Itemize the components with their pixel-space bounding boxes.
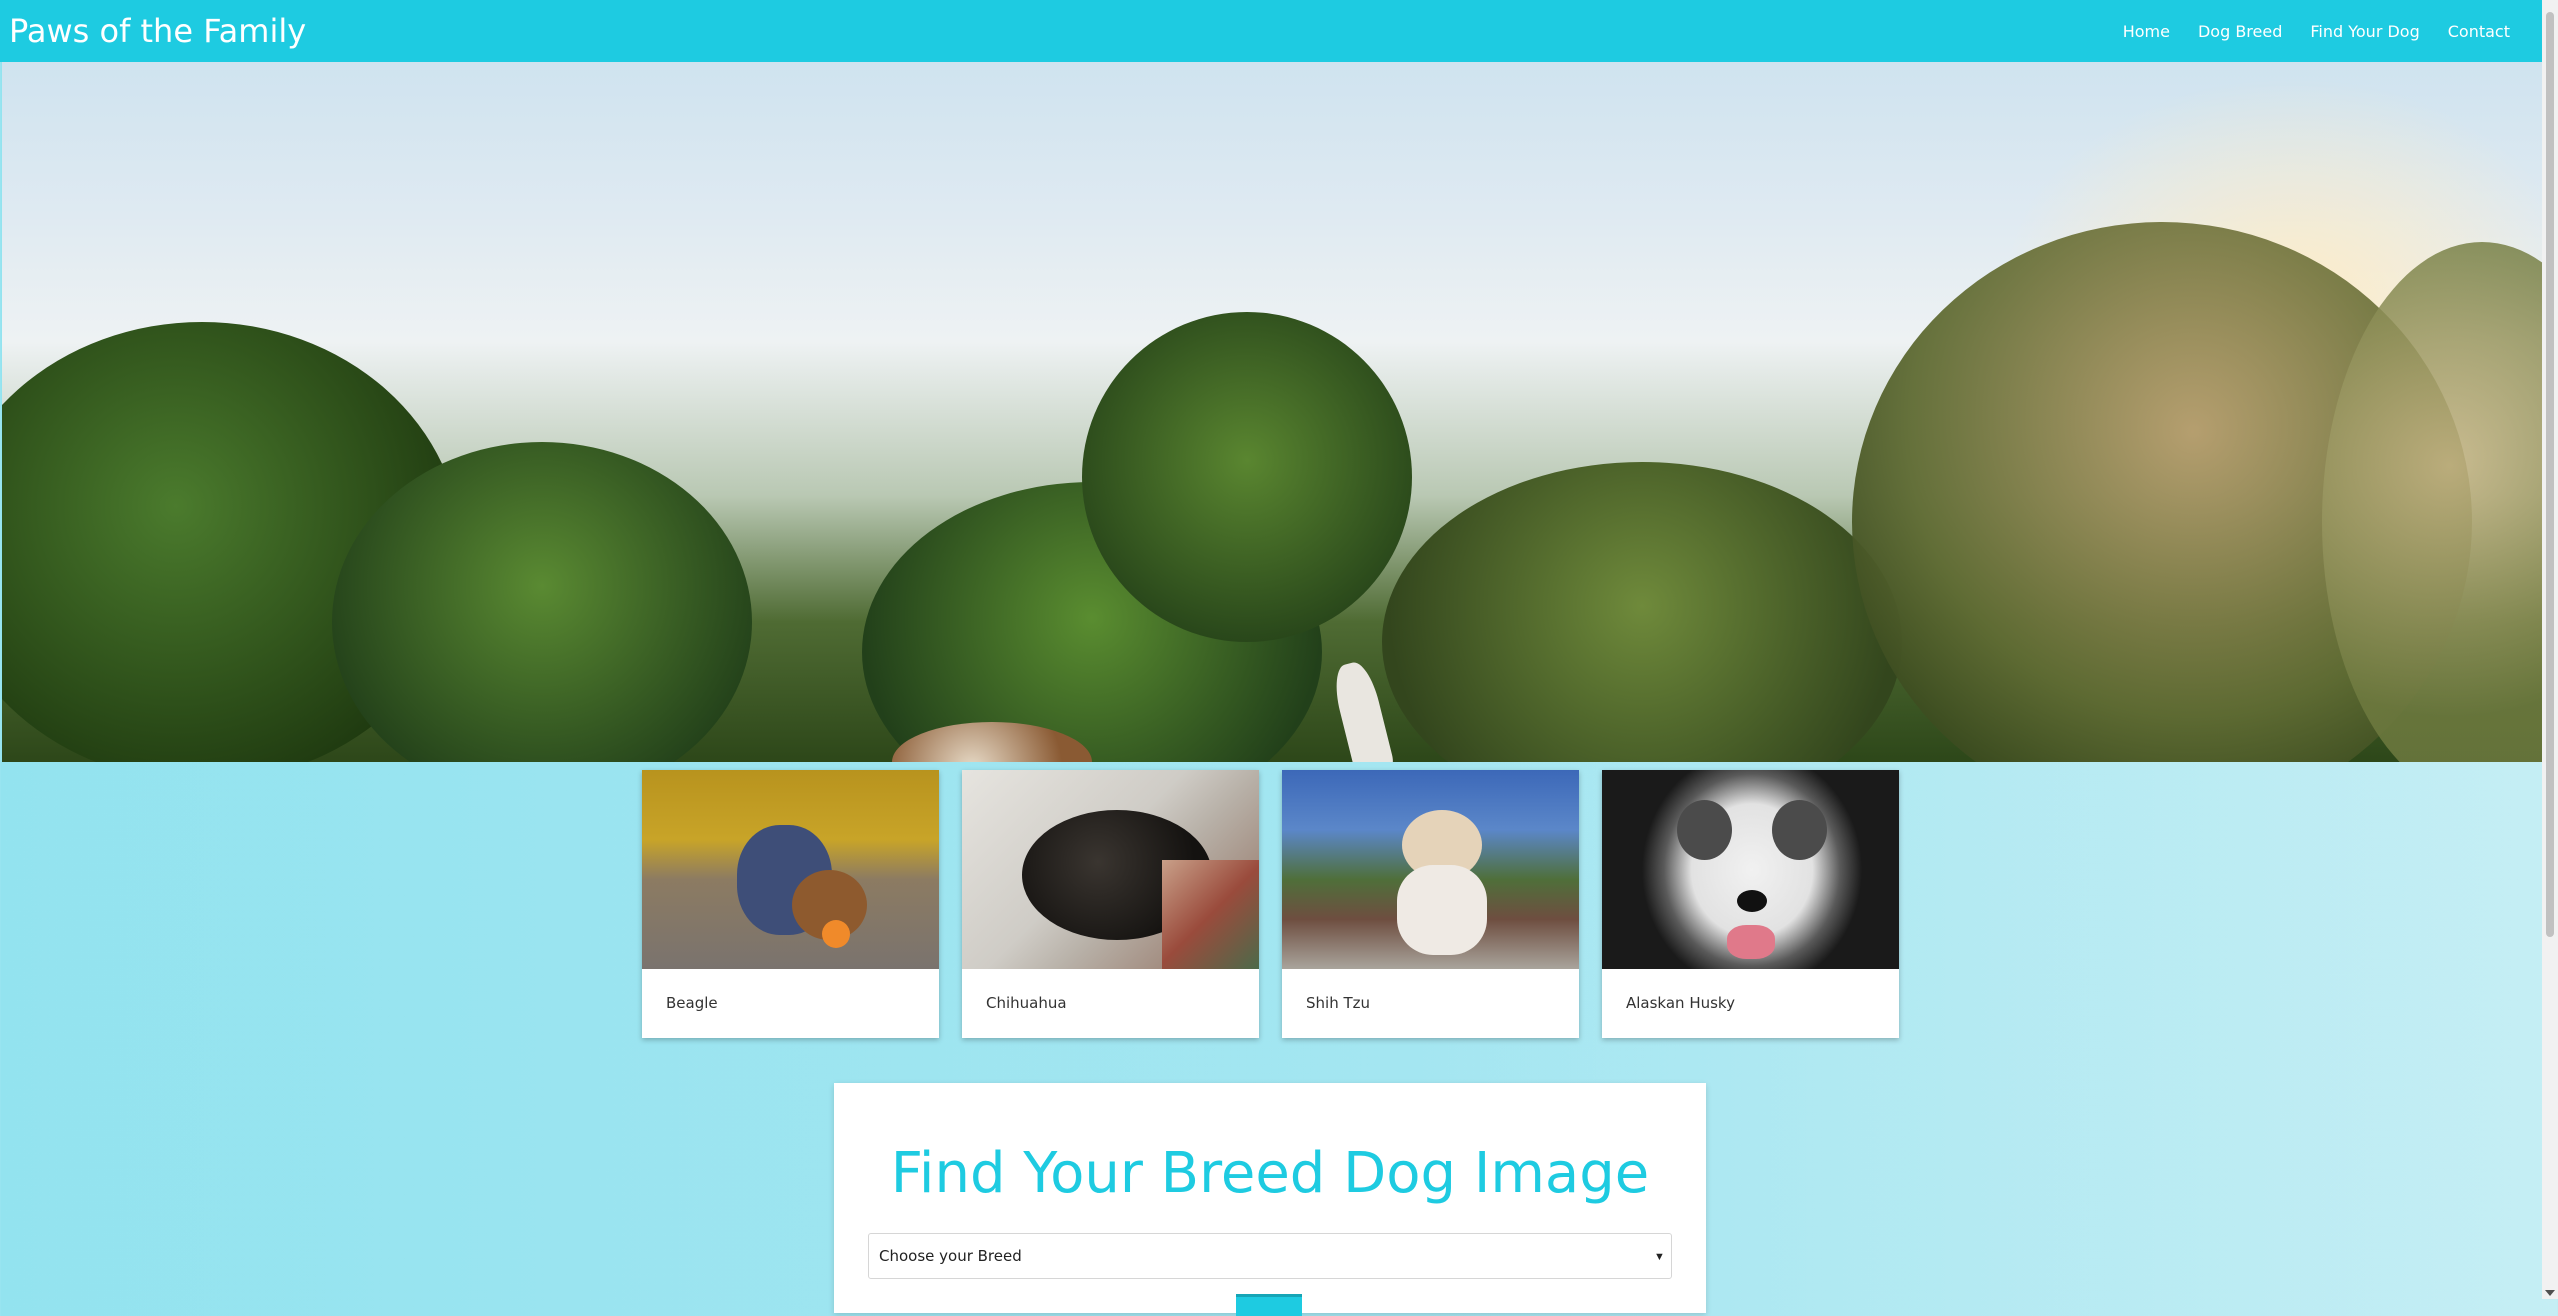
breed-card-alaskan-husky[interactable]: Alaskan Husky xyxy=(1602,770,1899,1038)
dog-ear-shape xyxy=(1329,658,1395,762)
finder-title: Find Your Breed Dog Image xyxy=(890,1141,1650,1206)
photo-shape xyxy=(1397,865,1487,955)
breed-cards: Beagle Chihuahua Shih Tzu Alaskan Husky xyxy=(642,770,1899,1038)
breed-card-label: Beagle xyxy=(666,994,718,1012)
breed-select[interactable]: Choose your Breed xyxy=(868,1233,1672,1279)
breed-card-label: Shih Tzu xyxy=(1306,994,1371,1012)
photo-shape xyxy=(1772,800,1827,860)
nav-link-find-your-dog[interactable]: Find Your Dog xyxy=(2296,22,2433,41)
chevron-down-icon: ▼ xyxy=(1654,1251,1665,1263)
scrollbar-thumb[interactable] xyxy=(2546,12,2554,937)
nav-link-contact[interactable]: Contact xyxy=(2434,22,2524,41)
tree-shape xyxy=(1382,462,1902,762)
hero-banner-image xyxy=(2,62,2542,762)
page-scrollbar[interactable] xyxy=(2542,0,2558,1299)
brand-logo-text[interactable]: Paws of the Family xyxy=(9,8,306,54)
breed-card-beagle[interactable]: Beagle xyxy=(642,770,939,1038)
alaskan-husky-photo xyxy=(1602,770,1899,969)
find-breed-panel: Find Your Breed Dog Image Choose your Br… xyxy=(834,1083,1706,1316)
nav-links: Home Dog Breed Find Your Dog Contact xyxy=(2109,0,2524,62)
scroll-down-arrow-icon[interactable] xyxy=(2545,1290,2555,1296)
photo-shape xyxy=(822,920,850,948)
top-navbar: Paws of the Family Home Dog Breed Find Y… xyxy=(0,0,2542,62)
breed-card-label: Alaskan Husky xyxy=(1626,994,1735,1012)
chihuahua-photo xyxy=(962,770,1259,969)
shih-tzu-photo xyxy=(1282,770,1579,969)
photo-shape xyxy=(1727,925,1775,959)
search-button[interactable] xyxy=(1236,1294,1302,1316)
photo-shape xyxy=(1677,800,1732,860)
breed-card-label: Chihuahua xyxy=(986,994,1067,1012)
nav-link-dog-breed[interactable]: Dog Breed xyxy=(2184,22,2296,41)
photo-shape xyxy=(1162,860,1259,969)
tree-shape xyxy=(1082,312,1412,642)
beagle-photo xyxy=(642,770,939,969)
breed-card-shih-tzu[interactable]: Shih Tzu xyxy=(1282,770,1579,1038)
breed-card-chihuahua[interactable]: Chihuahua xyxy=(962,770,1259,1038)
nav-link-home[interactable]: Home xyxy=(2109,22,2184,41)
photo-shape xyxy=(1737,890,1767,912)
